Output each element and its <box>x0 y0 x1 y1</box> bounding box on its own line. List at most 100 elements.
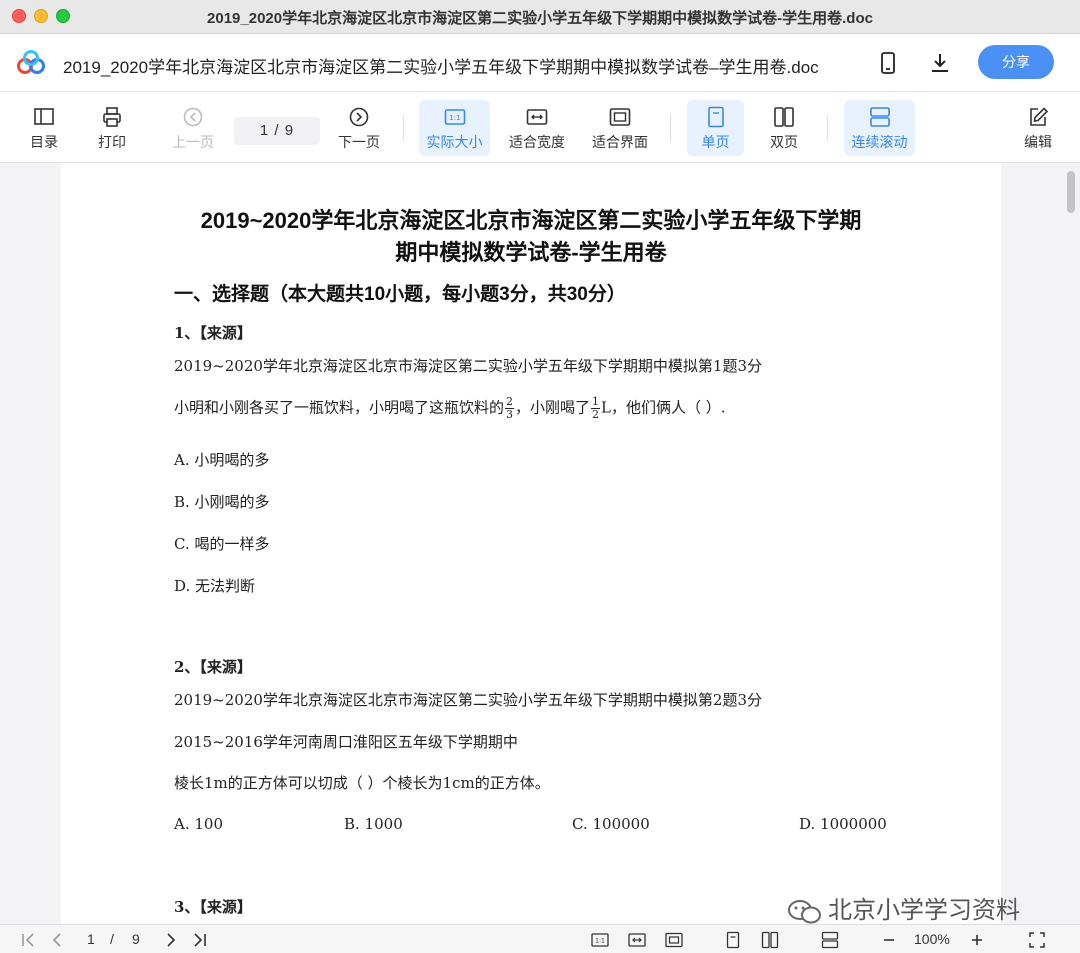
question-3-number: 3、【来源】 <box>174 898 252 916</box>
question-1-option-a: A. 小明喝的多 <box>174 451 270 469</box>
fraction-denominator: 3 <box>506 408 514 421</box>
prev-page-label: 上一页 <box>172 134 214 150</box>
question-1-option-b: B. 小刚喝的多 <box>174 493 270 511</box>
fit-width-icon <box>526 109 548 125</box>
svg-text:1:1: 1:1 <box>449 114 460 122</box>
status-bar: 1 / 9 1:1 100% <box>0 924 1080 953</box>
actual-size-label: 实际大小 <box>426 134 483 150</box>
printer-icon <box>103 107 121 127</box>
chevron-right-circle-icon <box>349 107 369 127</box>
edit-label: 编辑 <box>1024 134 1052 150</box>
toolbar: 目录 打印 上一页 1 / 9 下一页 1:1 实际大小 适合宽度 适合界面 单… <box>0 92 1080 163</box>
document-heading-line2: 期中模拟数学试卷-学生用卷 <box>395 240 667 265</box>
prev-page-button[interactable]: 上一页 <box>170 100 216 156</box>
download-icon[interactable] <box>928 51 952 75</box>
question-2-option-c: C. 100000 <box>572 815 650 833</box>
next-page-icon[interactable] <box>162 931 180 949</box>
phone-icon[interactable] <box>876 51 900 75</box>
document-page: 2019~2020学年北京海淀区北京市海淀区第二实验小学五年级下学期 期中模拟数… <box>61 163 1001 924</box>
print-label: 打印 <box>98 134 126 150</box>
single-page-small-icon[interactable] <box>724 931 742 949</box>
window-title: 2019_2020学年北京海淀区北京市海淀区第二实验小学五年级下学期期中模拟数学… <box>207 10 873 27</box>
sidebar-icon <box>34 108 54 125</box>
double-page-label: 双页 <box>770 134 798 150</box>
question-1-option-c: C. 喝的一样多 <box>174 535 270 553</box>
toc-button[interactable]: 目录 <box>22 100 66 156</box>
watermark: 北京小学学习资料 <box>786 890 1020 924</box>
scrollbar-thumb[interactable] <box>1067 171 1075 213</box>
first-page-icon[interactable] <box>20 931 38 949</box>
fit-screen-icon <box>609 108 631 126</box>
status-page-total: 9 <box>132 931 140 947</box>
page-indicator[interactable]: 1 / 9 <box>234 117 320 145</box>
fullscreen-icon[interactable] <box>1028 931 1046 949</box>
fraction-denominator: 2 <box>592 408 600 421</box>
toc-label: 目录 <box>30 134 58 150</box>
question-1-stem-a: 小明和小刚各买了一瓶饮料，小明喝了这瓶饮料的 <box>174 398 505 417</box>
wechat-icon <box>788 899 821 924</box>
continuous-scroll-icon <box>869 107 890 127</box>
document-viewport[interactable]: 2019~2020学年北京海淀区北京市海淀区第二实验小学五年级下学期 期中模拟数… <box>0 163 1080 924</box>
question-1-stem-c: L，他们俩人（ ）. <box>601 398 726 417</box>
toolbar-divider <box>670 114 671 142</box>
single-page-button[interactable]: 单页 <box>687 100 744 156</box>
edit-button[interactable]: 编辑 <box>1016 100 1060 156</box>
fit-screen-label: 适合界面 <box>592 134 648 150</box>
continuous-scroll-small-icon[interactable] <box>821 931 839 949</box>
section-title: 一、选择题（本大题共10小题，每小题3分，共30分） <box>174 284 626 305</box>
single-page-label: 单页 <box>701 134 730 150</box>
app-header: 2019_2020学年北京海淀区北京市海淀区第二实验小学五年级下学期期中模拟数学… <box>0 34 1080 92</box>
svg-text:1:1: 1:1 <box>595 938 605 945</box>
fraction-two-thirds: 23 <box>505 396 515 421</box>
document-heading-line1: 2019~2020学年北京海淀区北京市海淀区第二实验小学五年级下学期 <box>200 208 862 233</box>
share-button[interactable]: 分享 <box>978 45 1054 79</box>
question-2-source2: 2015~2016学年河南周口淮阳区五年级下学期期中 <box>174 733 518 751</box>
toolbar-divider <box>403 114 404 142</box>
actual-size-small-icon[interactable]: 1:1 <box>591 931 609 949</box>
question-2-option-b: B. 1000 <box>344 815 403 833</box>
chevron-left-circle-icon <box>183 107 203 127</box>
question-2-stem: 棱长1m的正方体可以切成（ ）个棱长为1cm的正方体。 <box>174 774 550 792</box>
status-page-separator: / <box>110 931 114 947</box>
vertical-scrollbar[interactable] <box>1064 163 1078 924</box>
fit-screen-button[interactable]: 适合界面 <box>587 100 653 156</box>
next-page-button[interactable]: 下一页 <box>336 100 382 156</box>
question-2-option-a: A. 100 <box>174 815 223 833</box>
next-page-label: 下一页 <box>338 134 380 150</box>
question-2-option-d: D. 1000000 <box>799 815 887 833</box>
question-2-number: 2、【来源】 <box>174 658 252 676</box>
actual-size-icon: 1:1 <box>444 109 465 125</box>
cloud-logo-icon <box>17 50 45 74</box>
question-1-stem: 小明和小刚各买了一瓶饮料，小明喝了这瓶饮料的 2 3 ，小刚喝了 1 2 L，他们俩人（ ）… <box>174 396 726 421</box>
zoom-level[interactable]: 100% <box>914 931 950 947</box>
zoom-in-icon[interactable] <box>968 931 986 949</box>
fit-width-label: 适合宽度 <box>509 134 565 150</box>
status-page-current[interactable]: 1 <box>87 931 95 947</box>
edit-icon <box>1030 107 1049 126</box>
fit-width-button[interactable]: 适合宽度 <box>504 100 570 156</box>
last-page-icon[interactable] <box>190 931 208 949</box>
question-1-source: 2019~2020学年北京海淀区北京市海淀区第二实验小学五年级下学期期中模拟第1… <box>174 357 763 375</box>
fit-screen-small-icon[interactable] <box>665 931 683 949</box>
double-page-button[interactable]: 双页 <box>761 100 807 156</box>
question-1-stem-b: ，小刚喝了 <box>515 398 591 417</box>
continuous-scroll-button[interactable]: 连续滚动 <box>844 100 915 156</box>
double-page-icon <box>774 107 794 127</box>
single-page-icon <box>707 106 724 128</box>
app-window: 2019_2020学年北京海淀区北京市海淀区第二实验小学五年级下学期期中模拟数学… <box>0 0 1080 953</box>
print-button[interactable]: 打印 <box>90 100 134 156</box>
fraction-one-half: 12 <box>591 396 601 421</box>
fit-width-small-icon[interactable] <box>628 931 646 949</box>
document-title: 2019_2020学年北京海淀区北京市海淀区第二实验小学五年级下学期期中模拟数学… <box>63 58 819 77</box>
double-page-small-icon[interactable] <box>761 931 779 949</box>
actual-size-button[interactable]: 1:1 实际大小 <box>419 100 490 156</box>
zoom-out-icon[interactable] <box>880 931 898 949</box>
prev-page-icon[interactable] <box>48 931 66 949</box>
question-1-number: 1、【来源】 <box>174 324 252 342</box>
question-1-option-d: D. 无法判断 <box>174 577 256 595</box>
question-2-source: 2019~2020学年北京海淀区北京市海淀区第二实验小学五年级下学期期中模拟第2… <box>174 691 763 709</box>
continuous-scroll-label: 连续滚动 <box>851 134 908 150</box>
title-bar: 2019_2020学年北京海淀区北京市海淀区第二实验小学五年级下学期期中模拟数学… <box>0 0 1080 34</box>
watermark-text: 北京小学学习资料 <box>828 897 1020 924</box>
toolbar-divider <box>827 114 828 142</box>
